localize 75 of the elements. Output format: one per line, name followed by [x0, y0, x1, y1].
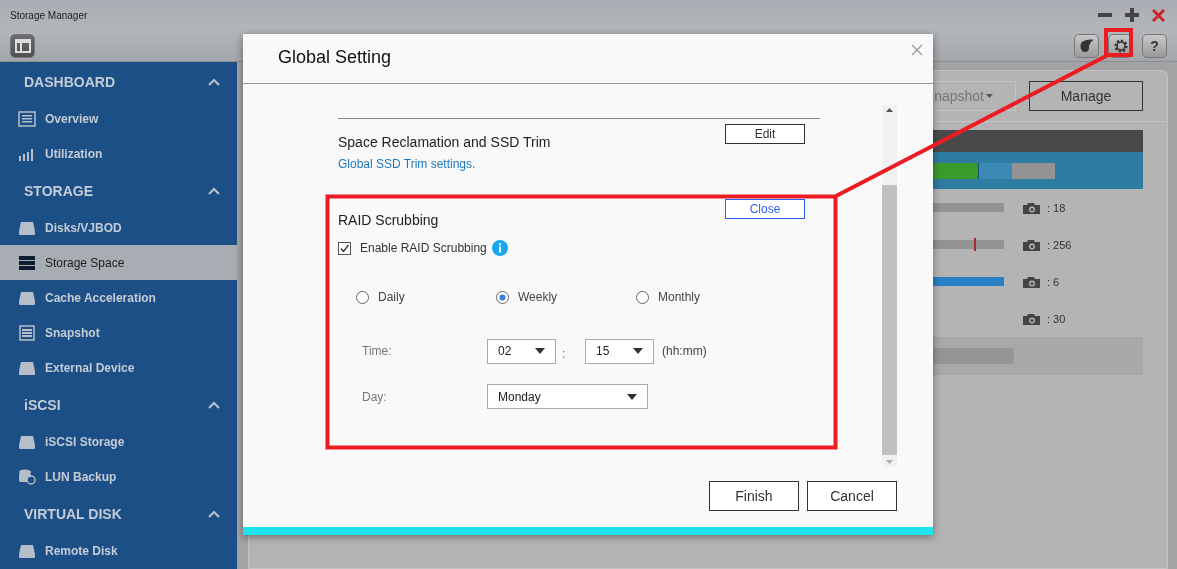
sidebar-item[interactable]: Overview: [0, 101, 237, 136]
help-button[interactable]: ?: [1142, 33, 1167, 58]
close-icon[interactable]: [1152, 8, 1165, 22]
time-format-hint: (hh:mm): [662, 344, 707, 358]
sidebar-item[interactable]: Cache Acceleration: [0, 280, 237, 315]
ssd-trim-link[interactable]: Global SSD Trim settings.: [338, 155, 820, 173]
maximize-icon[interactable]: [1125, 8, 1139, 22]
radio-button[interactable]: [356, 290, 369, 304]
dialog-title: Global Setting: [278, 46, 392, 68]
caret-icon: [633, 348, 643, 354]
item-icon: [18, 289, 36, 306]
minute-select[interactable]: 15: [585, 338, 654, 364]
radio-label: Monthly: [658, 290, 701, 304]
checkbox-label: Enable RAID Scrubbing: [360, 241, 487, 255]
snapshot-count: : 6: [1047, 275, 1061, 288]
section-heading: iSCSI: [24, 396, 61, 413]
item-icon: [18, 468, 36, 485]
swoosh-icon[interactable]: [1074, 33, 1099, 58]
sidebar-item[interactable]: Disks/VJBOD: [0, 210, 237, 245]
edit-button[interactable]: Edit: [725, 124, 805, 144]
day-label: Day:: [362, 389, 388, 404]
highlight-box: [1104, 28, 1133, 57]
sidebar-item[interactable]: Storage Space: [0, 245, 237, 280]
section-title: Space Reclamation and SSD Trim: [338, 133, 551, 152]
section-heading: VIRTUAL DISK: [24, 505, 122, 522]
sidebar-item[interactable]: Snapshot: [0, 315, 237, 350]
close-button[interactable]: Close: [725, 199, 805, 219]
item-icon: [18, 219, 36, 236]
radio-label: Weekly: [518, 290, 558, 304]
hour-select[interactable]: 02: [487, 338, 556, 364]
chevron-icon[interactable]: [208, 77, 220, 86]
chevron-icon[interactable]: [208, 186, 220, 195]
chevron-icon[interactable]: [208, 400, 220, 409]
item-icon: [18, 110, 36, 127]
sidebar-item[interactable]: Remote Disk: [0, 533, 237, 568]
radio-label: Daily: [378, 290, 405, 304]
time-separator: :: [561, 346, 567, 361]
item-icon: [18, 324, 36, 341]
camera-icon: [1023, 312, 1040, 325]
cancel-button[interactable]: Cancel: [807, 481, 897, 511]
item-icon: [18, 433, 36, 450]
sidebar-item[interactable]: Utilization: [0, 136, 237, 171]
finish-button[interactable]: Finish: [709, 481, 799, 511]
snapshot-count: : 30: [1047, 312, 1067, 325]
day-select[interactable]: Monday: [487, 384, 648, 409]
manage-button[interactable]: Manage: [1029, 81, 1143, 111]
camera-icon: [1023, 238, 1040, 251]
sidebar-item[interactable]: External Device: [0, 350, 237, 385]
threshold-marker: [974, 238, 976, 251]
snapshot-count: : 18: [1047, 201, 1067, 214]
item-icon: [18, 254, 36, 271]
caret-icon: [627, 393, 637, 400]
radio-button[interactable]: [496, 290, 509, 304]
caret-icon: [535, 348, 545, 354]
scrollbar[interactable]: [882, 105, 897, 467]
caret-icon: [986, 94, 993, 98]
time-label: Time:: [362, 344, 393, 358]
item-icon: [18, 359, 36, 376]
sidebar-item[interactable]: LUN Backup: [0, 459, 237, 494]
section-heading: DASHBOARD: [24, 73, 115, 90]
panel-toggle-button[interactable]: [10, 33, 35, 58]
snapshot-count: : 256: [1047, 238, 1073, 251]
info-icon[interactable]: [491, 240, 508, 256]
close-icon[interactable]: [911, 44, 923, 56]
camera-icon: [1023, 275, 1040, 288]
chevron-icon[interactable]: [208, 509, 220, 518]
app-title: Storage Manager: [10, 9, 88, 21]
radio-button[interactable]: [636, 290, 649, 304]
sidebar-item[interactable]: iSCSI Storage: [0, 424, 237, 459]
checkbox[interactable]: [338, 241, 351, 255]
camera-icon: [1023, 201, 1040, 214]
section-heading: STORAGE: [24, 182, 93, 199]
scroll-up-icon[interactable]: [886, 108, 893, 112]
item-icon: [18, 542, 36, 559]
section-title: RAID Scrubbing: [338, 211, 439, 230]
